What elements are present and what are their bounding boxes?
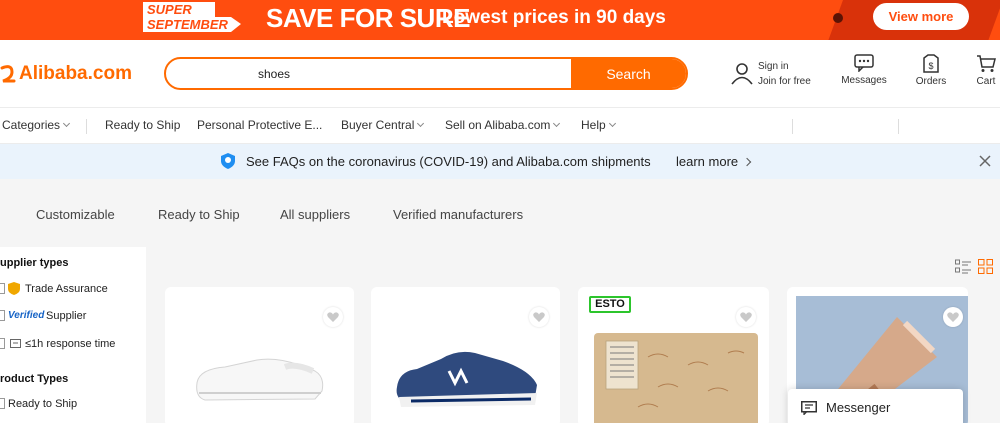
search-input[interactable]	[166, 59, 574, 88]
nav-divider	[86, 119, 87, 134]
banner-subline: Lowest prices in 90 days	[442, 7, 666, 28]
chevron-down-icon	[608, 119, 616, 128]
heart-icon	[327, 312, 339, 322]
tab-verified-manufacturers[interactable]: Verified manufacturers	[393, 207, 523, 222]
chevron-down-icon	[553, 119, 561, 128]
product-card[interactable]	[371, 287, 560, 423]
response-time-label: ≤1h response time	[25, 338, 116, 350]
nav-personal-protective[interactable]: Personal Protective E...	[197, 118, 322, 132]
supplier-label: Supplier	[46, 310, 87, 322]
chevron-down-icon	[62, 119, 71, 128]
nav-divider	[898, 119, 899, 134]
badge-arrow	[231, 17, 241, 32]
filter-sidebar: upplier types Trade Assurance Verified S…	[0, 247, 146, 423]
messages-label: Messages	[841, 75, 887, 86]
nav-help[interactable]: Help	[581, 118, 616, 132]
checkbox[interactable]	[0, 283, 5, 294]
checkbox[interactable]	[0, 398, 5, 409]
learn-more-label: learn more	[676, 154, 739, 169]
chat-icon	[10, 339, 21, 348]
category-nav: Categories Ready to Ship Personal Protec…	[0, 107, 1000, 144]
tab-all-suppliers[interactable]: All suppliers	[280, 207, 350, 222]
super-september-badge: SUPER SEPTEMBER	[143, 1, 243, 33]
nav-categories[interactable]: Categories	[2, 118, 71, 132]
ready-to-ship-label: Ready to Ship	[8, 398, 78, 410]
tab-customizable[interactable]: Customizable	[36, 207, 115, 222]
heart-icon	[533, 312, 545, 322]
esto-badge: ESTO	[589, 296, 631, 313]
supplier-types-heading: upplier types	[0, 257, 69, 269]
verified-badge: Verified	[8, 310, 45, 321]
logo-text: Alibaba.com	[19, 63, 132, 84]
search-bar: Search	[164, 57, 688, 90]
messenger-label: Messenger	[826, 400, 891, 415]
close-icon[interactable]	[978, 154, 992, 168]
messages-icon	[854, 54, 874, 72]
nav-ready-to-ship[interactable]: Ready to Ship	[105, 118, 180, 132]
nav-divider	[792, 119, 793, 134]
nav-help-label: Help	[581, 118, 606, 132]
favorite-button[interactable]	[736, 307, 756, 327]
svg-text:$: $	[928, 61, 933, 71]
favorite-button[interactable]	[323, 307, 343, 327]
cart-link[interactable]: Cart	[973, 54, 999, 87]
nav-categories-label: Categories	[2, 118, 61, 132]
chat-bubble-icon	[801, 401, 817, 415]
covid-notice-bar: See FAQs on the coronavirus (COVID-19) a…	[0, 144, 1000, 179]
chevron-right-icon	[742, 157, 752, 167]
trade-assurance-label: Trade Assurance	[25, 283, 108, 295]
nav-sell-on-alibaba[interactable]: Sell on Alibaba.com	[445, 118, 561, 132]
orders-icon: $	[923, 54, 939, 73]
messenger-widget[interactable]: Messenger	[788, 389, 963, 423]
badge-line-1: SUPER	[143, 2, 215, 17]
checkbox[interactable]	[0, 338, 5, 349]
chevron-down-icon	[417, 119, 425, 128]
view-more-button[interactable]: View more	[873, 3, 969, 30]
site-header: Alibaba.com Search Sign in Join for free…	[0, 40, 1000, 107]
heart-icon	[740, 312, 752, 322]
user-icon	[731, 63, 753, 85]
orders-link[interactable]: $ Orders	[913, 54, 949, 87]
banner-dot	[833, 13, 843, 23]
learn-more-link[interactable]: learn more	[676, 154, 752, 169]
list-view-icon[interactable]	[955, 259, 971, 274]
join-free-label: Join for free	[758, 76, 811, 87]
search-button[interactable]: Search	[571, 59, 686, 88]
trade-assurance-icon	[8, 282, 20, 295]
heart-icon	[947, 312, 959, 322]
promo-banner[interactable]: SUPER SEPTEMBER SAVE FOR SURE Lowest pri…	[0, 0, 1000, 40]
grid-view-icon[interactable]	[978, 259, 993, 274]
logo-mark-icon	[0, 65, 16, 83]
product-card[interactable]	[165, 287, 354, 423]
cart-icon	[977, 55, 996, 72]
favorite-button[interactable]	[529, 307, 549, 327]
favorite-button[interactable]	[943, 307, 963, 327]
nav-buyer-central-label: Buyer Central	[341, 118, 415, 132]
nav-buyer-central[interactable]: Buyer Central	[341, 118, 425, 132]
product-types-heading: roduct Types	[0, 373, 69, 385]
tab-ready-to-ship[interactable]: Ready to Ship	[158, 207, 240, 222]
sign-in-label: Sign in	[758, 61, 789, 72]
checkbox[interactable]	[0, 310, 5, 321]
cart-label: Cart	[976, 76, 996, 87]
notice-text: See FAQs on the coronavirus (COVID-19) a…	[246, 154, 651, 169]
shield-icon	[221, 153, 235, 169]
sign-in-text: Sign in Join for free	[758, 59, 811, 89]
messages-link[interactable]: Messages	[840, 54, 888, 86]
banner-headline: SAVE FOR SURE	[266, 3, 470, 33]
nav-sell-label: Sell on Alibaba.com	[445, 118, 551, 132]
badge-line-2: SEPTEMBER	[143, 17, 231, 32]
orders-label: Orders	[915, 76, 947, 87]
